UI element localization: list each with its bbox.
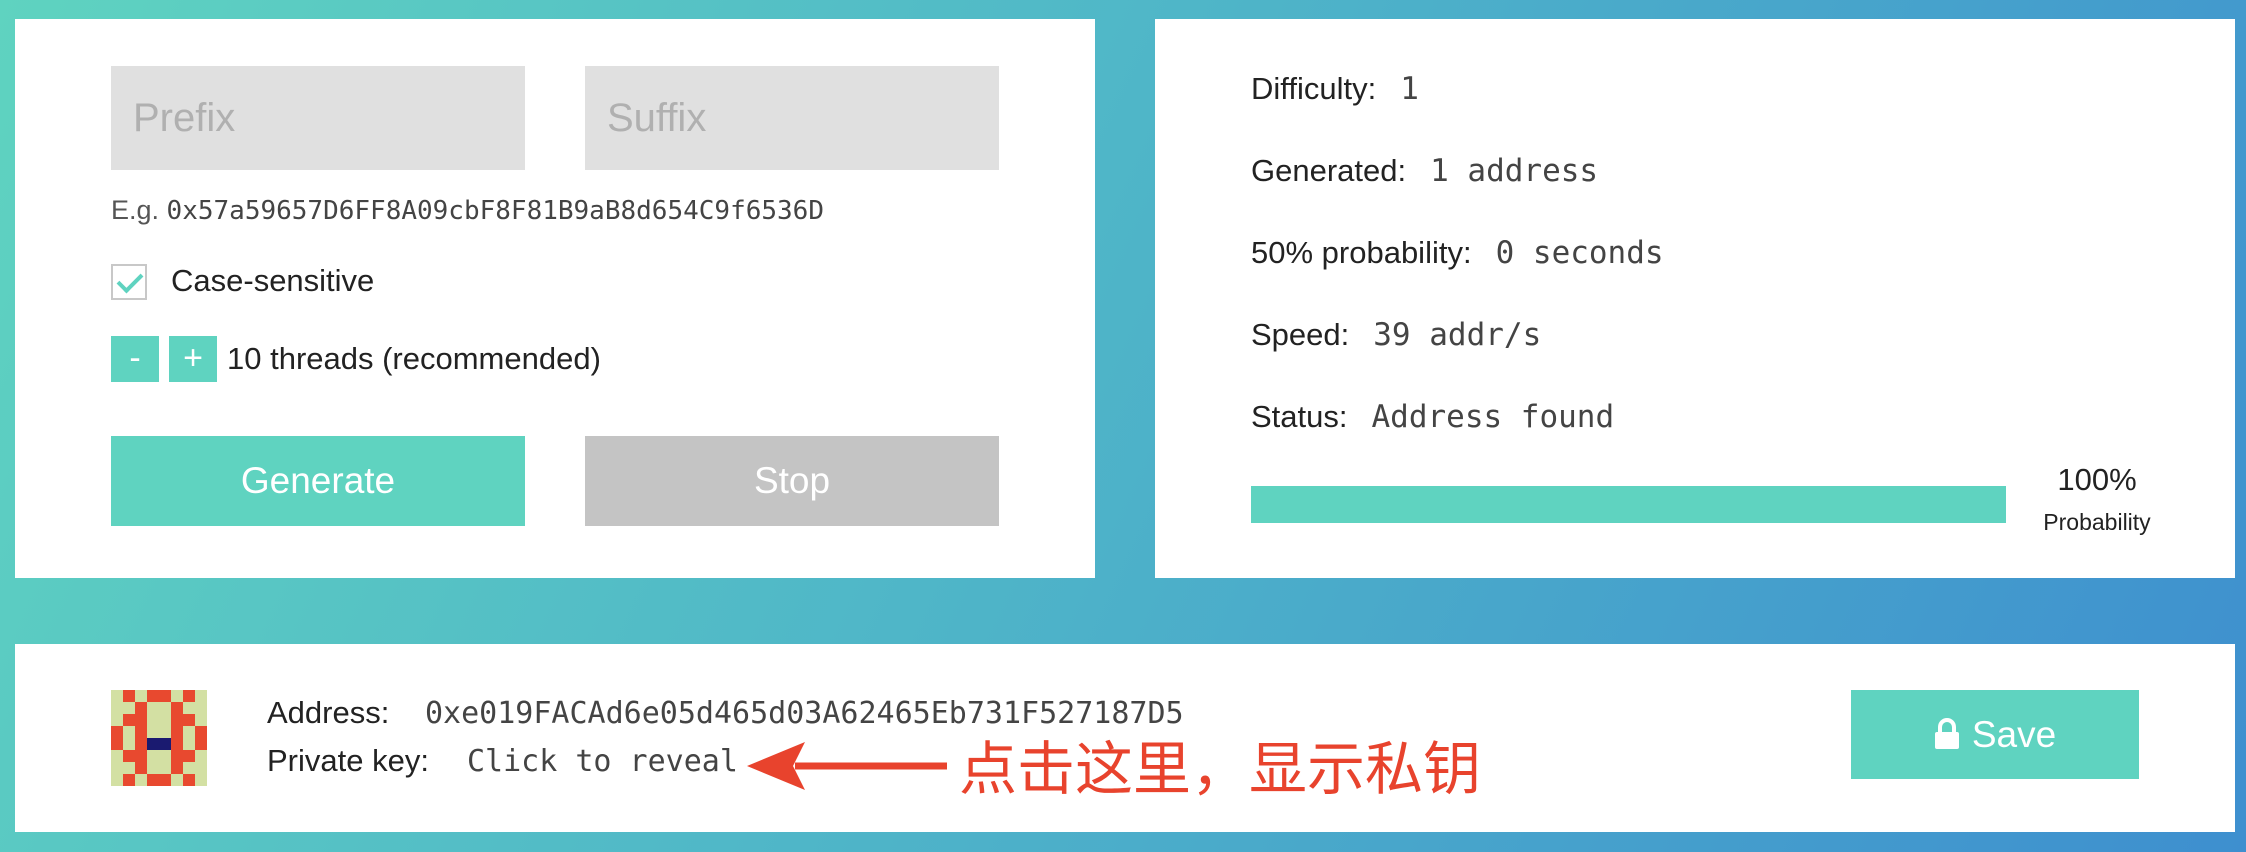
progress-percent: 100%	[2057, 462, 2137, 497]
speed-label: Speed:	[1251, 317, 1350, 352]
status-label: Status:	[1251, 399, 1348, 434]
annotation-arrow-icon	[747, 742, 947, 790]
suffix-input[interactable]	[585, 66, 999, 170]
example-text: E.g. 0x57a59657D6FF8A09cbF8F81B9aB8d654C…	[111, 195, 824, 226]
identicon-avatar	[111, 690, 207, 786]
case-sensitive-label[interactable]: Case-sensitive	[171, 263, 374, 299]
example-address: 0x57a59657D6FF8A09cbF8F81B9aB8d654C9f653…	[166, 196, 824, 226]
progress-bar-fill	[1251, 486, 2006, 523]
generated-value: 1 address	[1430, 153, 1599, 189]
probability-row: 50% probability: 0 seconds	[1251, 235, 1664, 271]
speed-value: 39 addr/s	[1373, 317, 1542, 353]
status-row: Status: Address found	[1251, 399, 1614, 435]
generate-button[interactable]: Generate	[111, 436, 525, 526]
increase-threads-button[interactable]: +	[169, 336, 217, 382]
generated-label: Generated:	[1251, 153, 1407, 188]
prefix-input[interactable]	[111, 66, 525, 170]
probability-label: 50% probability:	[1251, 235, 1472, 270]
difficulty-value: 1	[1400, 71, 1419, 107]
progress-bar	[1251, 486, 2006, 523]
generator-form-panel: E.g. 0x57a59657D6FF8A09cbF8F81B9aB8d654C…	[15, 19, 1095, 578]
generated-row: Generated: 1 address	[1251, 153, 1598, 189]
private-key-label: Private key:	[267, 743, 429, 778]
save-button[interactable]: Save	[1851, 690, 2139, 779]
lock-icon	[1934, 718, 1959, 750]
result-panel: Address: 0xe019FACAd6e05d465d03A62465Eb7…	[15, 644, 2235, 832]
difficulty-label: Difficulty:	[1251, 71, 1377, 106]
statistics-panel: Difficulty: 1 Generated: 1 address 50% pro…	[1155, 19, 2235, 578]
progress-caption: Probability	[2043, 509, 2151, 535]
reveal-private-key-link[interactable]: Click to reveal	[467, 744, 738, 779]
status-value: Address found	[1371, 399, 1615, 435]
speed-row: Speed: 39 addr/s	[1251, 317, 1541, 353]
example-prefix: E.g.	[111, 195, 160, 225]
difficulty-row: Difficulty: 1	[1251, 71, 1419, 107]
stop-button[interactable]: Stop	[585, 436, 999, 526]
annotation-text: 点击这里，显示私钥	[959, 735, 1482, 803]
probability-value: 0 seconds	[1495, 235, 1664, 271]
case-sensitive-checkbox[interactable]	[111, 264, 147, 300]
save-button-label: Save	[1971, 714, 2057, 755]
threads-label: 10 threads (recommended)	[227, 341, 601, 376]
address-label: Address:	[267, 695, 390, 730]
checkmark-icon	[116, 266, 144, 294]
decrease-threads-button[interactable]: -	[111, 336, 159, 382]
